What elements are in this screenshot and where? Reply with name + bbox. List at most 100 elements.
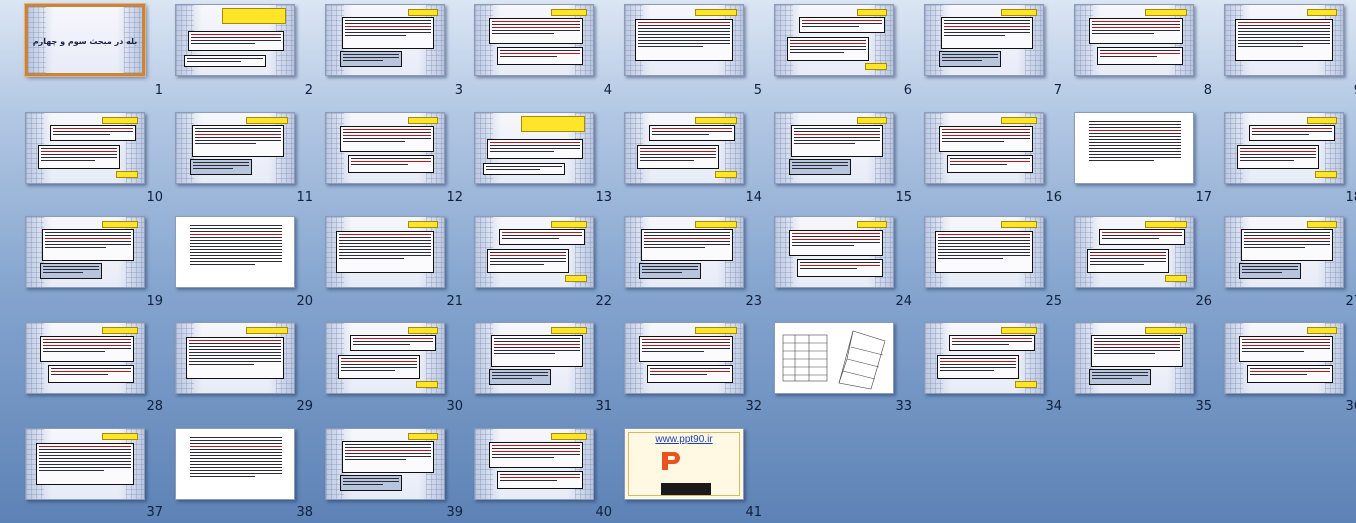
slide-thumbnail-5[interactable] — [624, 4, 744, 76]
slide-heading-highlight — [1145, 221, 1187, 228]
slide-number-label: 35 — [1195, 399, 1212, 414]
slide-thumbnail-9[interactable] — [1224, 4, 1344, 76]
website-link[interactable]: www.ppt90.ir — [625, 434, 743, 445]
slide-thumbnail-24[interactable] — [774, 216, 894, 288]
slide-thumbnail-33[interactable] — [774, 322, 894, 394]
slide-thumbnail-38[interactable] — [175, 428, 295, 500]
slide-thumbnail-41[interactable]: www.ppt90.ir — [624, 428, 744, 500]
slide-thumbnail-21[interactable] — [325, 216, 445, 288]
slide-number-label: 39 — [446, 505, 463, 520]
slide-thumbnail-10[interactable] — [25, 112, 145, 184]
slide-heading-highlight — [1001, 221, 1037, 228]
slide-text-box — [336, 231, 434, 273]
slide-thumbnail-6[interactable] — [774, 4, 894, 76]
slide-number-label: 23 — [745, 294, 762, 309]
slide-thumbnail-23[interactable] — [624, 216, 744, 288]
slide-heading-highlight — [246, 327, 288, 334]
slide-text-box — [338, 355, 420, 379]
slide-heading-highlight — [1307, 221, 1337, 228]
slide-thumbnail-32[interactable] — [624, 322, 744, 394]
slide-text-box — [1239, 336, 1333, 362]
slide-thumbnail-26[interactable] — [1074, 216, 1194, 288]
slide-text-box — [40, 263, 102, 279]
slide-thumbnail-3[interactable] — [325, 4, 445, 76]
slide-text-box — [639, 336, 733, 362]
slide-text-box — [499, 229, 585, 245]
slide-text-box — [789, 230, 883, 256]
slide-thumbnail-7[interactable] — [924, 4, 1044, 76]
slide-thumbnail-27[interactable] — [1224, 216, 1344, 288]
slide-text-box — [1087, 249, 1169, 273]
slide-thumbnail-13[interactable] — [474, 112, 594, 184]
slide-thumbnail-18[interactable] — [1224, 112, 1344, 184]
slide-thumbnail-17[interactable] — [1074, 112, 1194, 184]
slide-heading-highlight — [551, 433, 587, 440]
slide-text-box — [1089, 369, 1151, 385]
slide-thumbnail-40[interactable] — [474, 428, 594, 500]
slide-text-box — [489, 442, 583, 468]
slide-thumbnail-2[interactable] — [175, 4, 295, 76]
slide-text-box — [1241, 229, 1333, 261]
slide-thumbnail-1[interactable]: بله در مبحث سوم و چهارم — [25, 4, 145, 76]
slide-number-label: 3 — [454, 83, 463, 98]
slide-text-box — [1247, 365, 1333, 383]
slide-thumbnail-39[interactable] — [325, 428, 445, 500]
slide-thumbnail-29[interactable] — [175, 322, 295, 394]
slide-number-label: 27 — [1345, 294, 1356, 309]
slide-thumbnail-35[interactable] — [1074, 322, 1194, 394]
slide-thumbnail-36[interactable] — [1224, 322, 1344, 394]
slide-heading-highlight — [1145, 9, 1187, 16]
slide-number-label: 40 — [595, 505, 612, 520]
slide-thumbnail-11[interactable] — [175, 112, 295, 184]
slide-text-box — [647, 365, 733, 383]
slide-thumbnail-20[interactable] — [175, 216, 295, 288]
slide-thumbnail-19[interactable] — [25, 216, 145, 288]
slide-text-box — [190, 159, 252, 175]
slide-number-label: 34 — [1045, 399, 1062, 414]
slide-text-box — [192, 125, 284, 157]
slide-text-box — [1091, 335, 1183, 367]
slide-thumbnail-34[interactable] — [924, 322, 1044, 394]
slide-number-label: 36 — [1345, 399, 1356, 414]
slide-number-label: 7 — [1053, 83, 1062, 98]
slide-thumbnail-12[interactable] — [325, 112, 445, 184]
slide-text-box — [799, 17, 885, 33]
slide-text-block — [1087, 119, 1183, 179]
slide-text-box — [487, 249, 569, 273]
slide-thumbnail-22[interactable] — [474, 216, 594, 288]
slide-text-box — [48, 365, 134, 383]
slide-heading-highlight — [865, 63, 887, 70]
slide-number-label: 15 — [895, 190, 912, 205]
slide-thumbnail-25[interactable] — [924, 216, 1044, 288]
slide-text-box — [487, 139, 583, 159]
slide-text-box — [188, 31, 284, 51]
slide-text-box — [1097, 47, 1183, 65]
slide-text-box — [483, 163, 565, 175]
slide-heading-highlight — [715, 171, 737, 178]
slide-number-label: 26 — [1195, 294, 1212, 309]
slide-number-label: 6 — [903, 83, 912, 98]
slide-heading-highlight — [246, 117, 288, 124]
slide-number-label: 17 — [1195, 190, 1212, 205]
slide-number-label: 24 — [895, 294, 912, 309]
slide-thumbnail-15[interactable] — [774, 112, 894, 184]
slide-thumbnail-4[interactable] — [474, 4, 594, 76]
slide-text-box — [939, 51, 1001, 67]
slide-thumbnail-14[interactable] — [624, 112, 744, 184]
slide-number-label: 5 — [753, 83, 762, 98]
slide-thumbnail-16[interactable] — [924, 112, 1044, 184]
slide-heading-highlight — [222, 8, 286, 24]
slide-thumbnail-8[interactable] — [1074, 4, 1194, 76]
slide-thumbnail-30[interactable] — [325, 322, 445, 394]
slide-number-label: 25 — [1045, 294, 1062, 309]
slide-thumbnail-37[interactable] — [25, 428, 145, 500]
slide-heading-highlight — [416, 381, 438, 388]
slide-number-label: 22 — [595, 294, 612, 309]
slide-text-box — [186, 337, 284, 379]
slide-thumbnail-28[interactable] — [25, 322, 145, 394]
slide-text-box — [350, 335, 436, 351]
slide-thumbnail-31[interactable] — [474, 322, 594, 394]
logo-caption — [685, 457, 729, 465]
slide-sorter-view[interactable]: بله در مبحث سوم و چهارم12345678910111213… — [0, 0, 1356, 523]
slide-text-box — [937, 355, 1019, 379]
